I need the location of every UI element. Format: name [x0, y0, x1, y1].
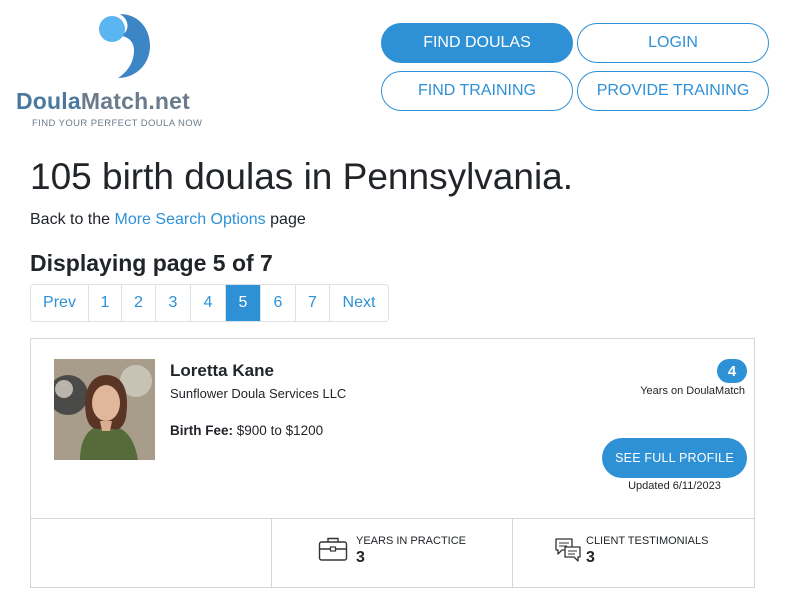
- back-prefix: Back to the: [30, 211, 111, 228]
- login-button[interactable]: LOGIN: [577, 23, 769, 63]
- stat-years-in-practice: YEARS IN PRACTICE 3: [272, 519, 513, 588]
- pagination-page-5[interactable]: 5: [226, 285, 261, 321]
- page-title: 105 birth doulas in Pennsylvania.: [30, 156, 574, 197]
- client-testimonials-label: CLIENT TESTIMONIALS: [586, 535, 709, 547]
- years-on-site-badge: 4: [717, 359, 747, 383]
- pagination-page-1[interactable]: 1: [89, 285, 122, 321]
- back-line: Back to the More Search Options page: [30, 211, 306, 229]
- years-in-practice-label: YEARS IN PRACTICE: [356, 535, 467, 547]
- doula-card: Loretta Kane Sunflower Doula Services LL…: [30, 338, 755, 588]
- doula-business: Sunflower Doula Services LLC: [170, 386, 347, 401]
- doula-photo-image: [54, 359, 155, 460]
- chat-bubbles-icon: [555, 538, 581, 562]
- briefcase-icon: [318, 537, 348, 561]
- client-testimonials-value: 3: [586, 549, 595, 566]
- updated-date: Updated 6/11/2023: [628, 480, 721, 492]
- birth-fee: Birth Fee: $900 to $1200: [170, 423, 323, 438]
- pagination: Prev 1 2 3 4 5 6 7 Next: [30, 284, 389, 322]
- doula-stats: YEARS IN PRACTICE 3 CLIENT TESTIMONIALS …: [31, 518, 754, 588]
- site-logo[interactable]: DoulaMatch.net FIND YOUR PERFECT DOULA N…: [16, 12, 226, 132]
- provide-training-button[interactable]: PROVIDE TRAINING: [577, 71, 769, 111]
- see-full-profile-button[interactable]: SEE FULL PROFILE: [602, 438, 747, 478]
- find-doulas-button[interactable]: FIND DOULAS: [381, 23, 573, 63]
- more-search-options-link[interactable]: More Search Options: [115, 211, 266, 228]
- logo-mark-icon: [99, 14, 150, 78]
- birth-fee-label: Birth Fee:: [170, 423, 234, 438]
- logo-wordmark: DoulaMatch.net: [16, 88, 190, 115]
- birth-fee-value: $900 to $1200: [236, 423, 324, 438]
- doula-name[interactable]: Loretta Kane: [170, 361, 274, 381]
- pagination-next[interactable]: Next: [330, 285, 388, 321]
- years-on-site-label: Years on DoulaMatch: [640, 385, 745, 397]
- pagination-page-2[interactable]: 2: [122, 285, 156, 321]
- pagination-prev[interactable]: Prev: [31, 285, 89, 321]
- pagination-page-7[interactable]: 7: [296, 285, 330, 321]
- logo-word-match: Match.net: [80, 88, 191, 114]
- pagination-page-3[interactable]: 3: [156, 285, 191, 321]
- displaying-page-heading: Displaying page 5 of 7: [30, 250, 273, 276]
- logo-word-doula: Doula: [16, 88, 81, 114]
- logo-tagline: FIND YOUR PERFECT DOULA NOW: [32, 118, 203, 129]
- pagination-page-4[interactable]: 4: [191, 285, 226, 321]
- stat-empty: [31, 519, 272, 588]
- find-training-button[interactable]: FIND TRAINING: [381, 71, 573, 111]
- pagination-page-6[interactable]: 6: [261, 285, 296, 321]
- back-suffix: page: [270, 211, 306, 228]
- stat-client-testimonials: CLIENT TESTIMONIALS 3: [513, 519, 754, 588]
- doula-photo[interactable]: [54, 359, 155, 460]
- years-in-practice-value: 3: [356, 549, 365, 566]
